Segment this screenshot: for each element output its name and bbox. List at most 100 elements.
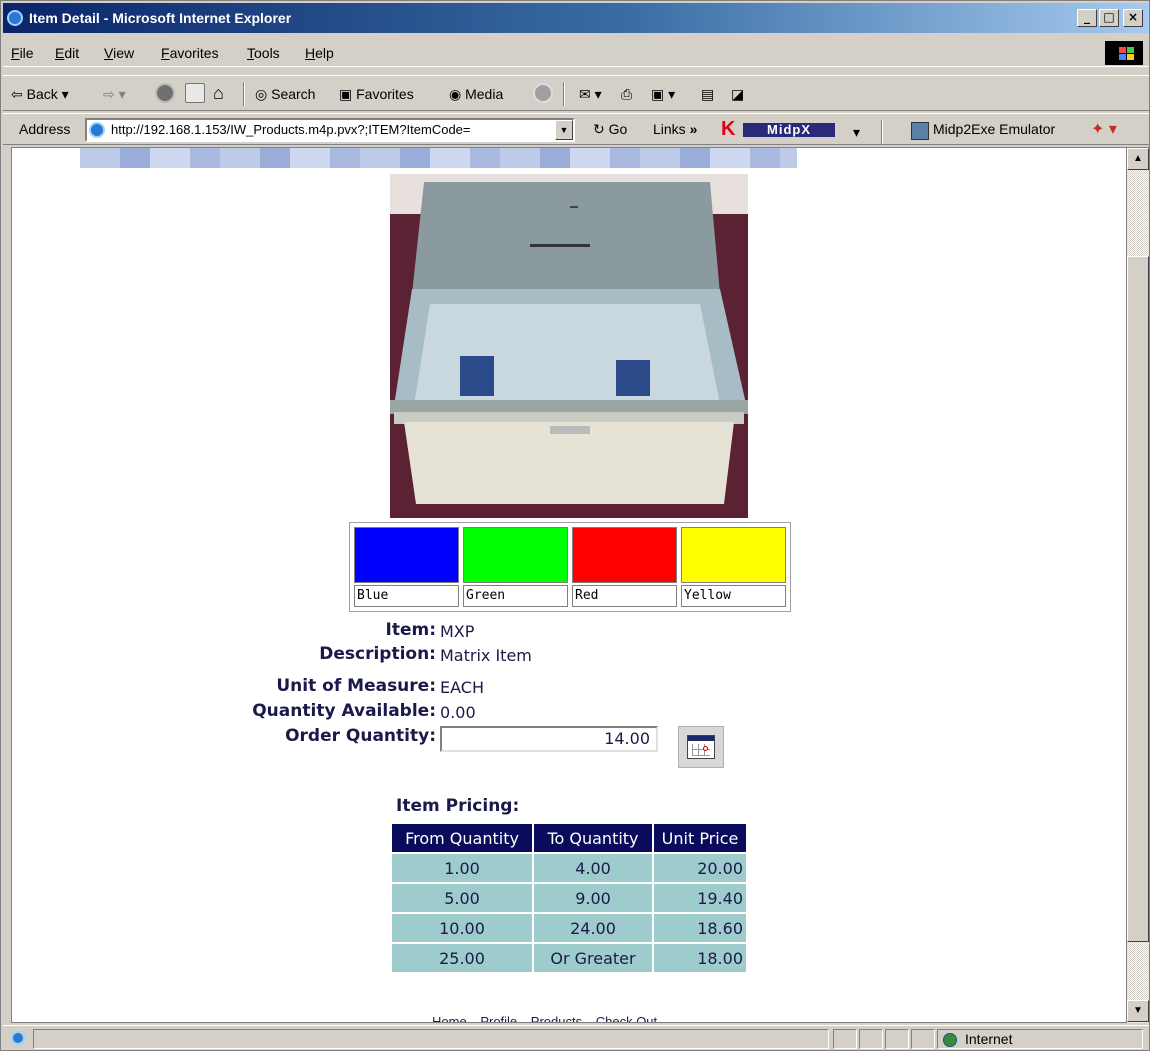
pricing-header-row: From Quantity To Quantity Unit Price [392,824,746,852]
description-label: Description: [319,644,436,664]
print-button[interactable]: ⎙ [621,83,632,105]
page-status-icon [11,1031,25,1045]
history-icon[interactable] [533,83,553,103]
internet-zone-icon [943,1033,957,1047]
scroll-up-button[interactable]: ▲ [1127,148,1149,170]
ie-icon [7,10,23,26]
midpx-k-icon: K [721,118,736,140]
product-image [390,174,748,518]
menu-view[interactable]: View [104,45,134,61]
minimize-button[interactable]: _ [1077,9,1097,27]
header-from-quantity: From Quantity [392,824,532,852]
status-text-cell [33,1029,829,1049]
messenger-button[interactable]: ◪ [731,83,744,105]
menu-edit[interactable]: Edit [55,45,79,61]
quantity-available-value: 0.00 [440,703,476,722]
header-unit-price: Unit Price [654,824,746,852]
close-button[interactable]: × [1123,9,1143,27]
emulator-icon [911,122,929,140]
status-cell [911,1029,935,1049]
back-button[interactable]: ⇦ Back ▾ [11,83,69,105]
menu-file[interactable]: File [11,45,34,61]
mail-button[interactable]: ✉ ▾ [579,83,602,105]
pricing-table: From Quantity To Quantity Unit Price 1.0… [390,822,748,974]
scroll-down-button[interactable]: ▼ [1127,1000,1149,1022]
midpx-dropdown[interactable]: ▾ [853,121,860,143]
vertical-scrollbar[interactable]: ▲ ▼ [1127,147,1149,1023]
toolbar-separator [881,120,883,144]
emulator-button[interactable]: Midp2Exe Emulator [933,121,1055,137]
edit-icon: ▣ [651,86,665,102]
swatch-green[interactable] [463,527,568,583]
menu-tools[interactable]: Tools [247,45,280,61]
footer-nav: Home Profile Products Check Out [432,1014,667,1022]
status-cell [859,1029,883,1049]
media-button[interactable]: ◉ Media [449,83,503,105]
maximize-button[interactable]: □ [1099,9,1119,27]
forward-button[interactable]: ⇨ ▾ [103,83,126,105]
links-chevron: » [689,121,698,137]
footer-link-products[interactable]: Products [531,1014,582,1022]
refresh-icon[interactable] [185,83,205,103]
swatch-blue[interactable] [354,527,459,583]
favorites-button[interactable]: ▣ Favorites [339,83,414,105]
print-icon: ⎙ [621,86,633,102]
table-row: 1.00 4.00 20.00 [392,854,746,882]
standard-toolbar: ⇦ Back ▾ ⇨ ▾ ⌂ ◎ Search ▣ Favorites ◉ Me… [3,75,1149,111]
unit-price-cell: 18.00 [654,944,746,972]
status-bar: Internet [3,1025,1149,1050]
scrollbar-thumb[interactable] [1127,256,1149,942]
menu-help[interactable]: Help [305,45,334,61]
calendar-button[interactable] [678,726,724,768]
go-label: Go [608,121,628,137]
favorites-label: Favorites [356,86,414,102]
midpx-label: MidpX [743,123,835,137]
edit-button[interactable]: ▣ ▾ [651,83,675,105]
page-icon [89,122,105,138]
table-row: 10.00 24.00 18.60 [392,914,746,942]
address-input[interactable]: http://192.168.1.153/IW_Products.m4p.pvx… [85,118,575,142]
status-cell [833,1029,857,1049]
home-icon[interactable]: ⌂ [213,83,233,103]
toolbar-separator [243,82,245,106]
to-quantity-cell: 9.00 [534,884,652,912]
address-dropdown-button[interactable]: ▼ [555,120,573,140]
address-label: Address [19,121,71,137]
browser-window: Item Detail - Microsoft Internet Explore… [0,0,1150,1051]
footer-link-check-out[interactable]: Check Out [596,1014,657,1022]
footer-link-profile[interactable]: Profile [480,1014,517,1022]
swatch-label-green: Green [463,585,568,607]
media-icon: ◉ [449,86,462,102]
discuss-icon: ▤ [701,86,715,102]
table-row: 25.00 Or Greater 18.00 [392,944,746,972]
order-quantity-input[interactable]: 14.00 [440,726,658,752]
header-to-quantity: To Quantity [534,824,652,852]
search-button[interactable]: ◎ Search [255,83,315,105]
links-button[interactable]: Links » [653,121,697,137]
search-label: Search [271,86,316,102]
footer-link-home[interactable]: Home [432,1014,467,1022]
calendar-marker [703,746,708,751]
links-label: Links [653,121,686,137]
to-quantity-cell: Or Greater [534,944,652,972]
acrobat-icon[interactable]: ✦ ▾ [1091,119,1117,141]
to-quantity-cell: 4.00 [534,854,652,882]
calendar-icon [687,735,715,759]
stop-icon[interactable] [155,83,175,103]
midpx-logo[interactable]: K MidpX [721,118,841,140]
swatch-red[interactable] [572,527,677,583]
swatch-yellow[interactable] [681,527,786,583]
messenger-icon: ◪ [731,86,745,102]
unit-of-measure-label: Unit of Measure: [276,676,436,696]
mail-icon: ✉ [579,86,591,102]
menu-favorites[interactable]: Favorites [161,45,219,61]
from-quantity-cell: 1.00 [392,854,532,882]
item-value: MXP [440,622,475,641]
table-row: 5.00 9.00 19.40 [392,884,746,912]
discuss-button[interactable]: ▤ [701,83,714,105]
page-viewport: Blue Green Red Yellow Item: MXP Descript… [11,147,1127,1023]
go-button[interactable]: ↻ Go [593,121,627,138]
favorites-icon: ▣ [339,86,353,102]
unit-of-measure-value: EACH [440,678,484,697]
title-bar: Item Detail - Microsoft Internet Explore… [3,3,1149,33]
